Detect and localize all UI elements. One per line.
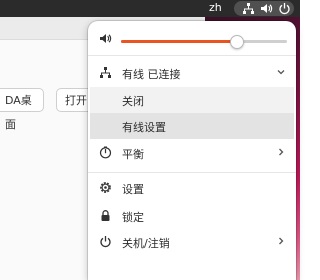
system-menu: 有线 已连接 关闭 有线设置 平衡 设置 锁定 关机/注销 — [88, 21, 296, 280]
volume-icon — [261, 4, 273, 13]
volume-slider[interactable] — [121, 35, 287, 49]
volume-slider-fill — [121, 40, 236, 43]
lock-item[interactable]: 锁定 — [90, 203, 294, 229]
top-bar: zh — [0, 0, 300, 17]
volume-slider-knob[interactable] — [229, 35, 244, 49]
network-off-label: 关闭 — [122, 95, 144, 108]
power-mode-label: 平衡 — [122, 148, 144, 161]
power-profile-icon — [99, 146, 112, 159]
network-wired-icon — [100, 67, 111, 78]
input-method-indicator[interactable]: zh — [209, 1, 222, 14]
wired-settings-item[interactable]: 有线设置 — [90, 113, 294, 139]
network-wired-icon — [243, 3, 254, 14]
settings-item[interactable]: 设置 — [90, 175, 294, 201]
lock-icon — [101, 210, 110, 221]
settings-label: 设置 — [122, 183, 144, 196]
menu-separator — [88, 55, 296, 56]
network-off-item[interactable]: 关闭 — [90, 87, 294, 113]
chevron-down-icon — [277, 70, 285, 75]
power-mode-row[interactable]: 平衡 — [90, 140, 294, 166]
gear-icon — [100, 182, 111, 193]
volume-icon — [100, 34, 112, 43]
menu-separator — [88, 172, 296, 173]
volume-row — [90, 25, 294, 51]
network-status-label: 有线 已连接 — [122, 68, 181, 81]
system-tray-button[interactable] — [234, 1, 294, 16]
network-row[interactable]: 有线 已连接 — [90, 60, 294, 86]
power-icon — [279, 3, 290, 15]
lock-label: 锁定 — [122, 211, 144, 224]
power-off-label: 关机/注销 — [122, 237, 170, 250]
power-icon — [100, 236, 111, 248]
power-off-row[interactable]: 关机/注销 — [90, 229, 294, 255]
chevron-right-icon — [279, 237, 284, 245]
chevron-right-icon — [279, 148, 284, 156]
app-button-desktop[interactable]: DA桌面 — [0, 88, 44, 131]
wired-settings-label: 有线设置 — [122, 121, 166, 134]
